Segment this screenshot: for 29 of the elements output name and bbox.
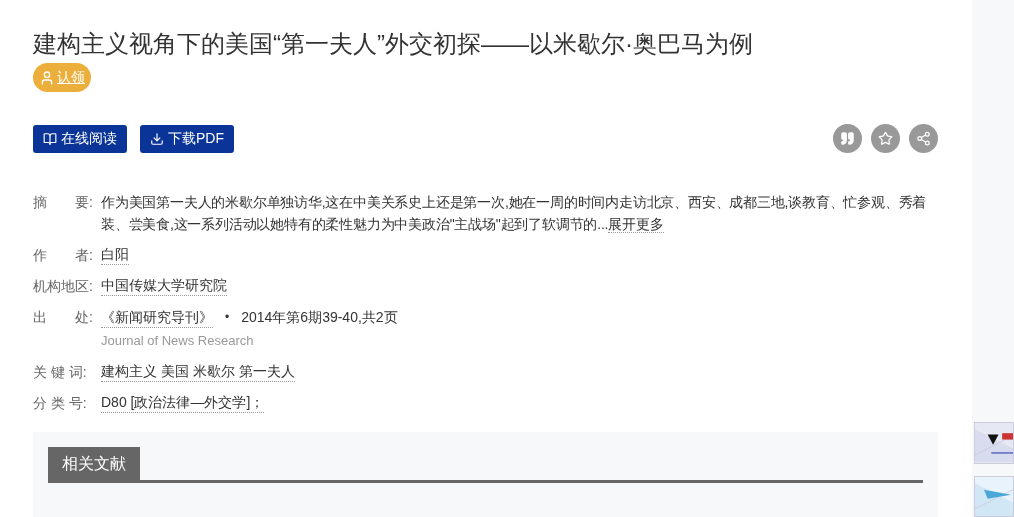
bullet: • <box>225 309 230 325</box>
meta-link[interactable]: D80 [政治法律—外交学]； <box>101 392 265 413</box>
meta-link[interactable]: 中国传媒大学研究院 <box>101 275 227 296</box>
person-icon <box>39 69 55 86</box>
action-button[interactable]: 下载PDF <box>140 124 234 153</box>
field-label: 机构地区: <box>33 277 94 296</box>
star-icon <box>878 131 893 146</box>
issue-text: 2014年第6期39-40,共2页 <box>241 308 398 327</box>
journal-link[interactable]: 《新闻研究导刊》 <box>101 306 213 328</box>
article-title: 建构主义视角下的美国“第一夫人”外交初探——以米歇尔·奥巴马为例 <box>33 29 754 59</box>
quote-icon <box>840 131 855 146</box>
expand-link[interactable]: 展开更多 <box>608 216 664 233</box>
field-label: 出 处: <box>33 308 94 327</box>
share-icon <box>916 131 931 146</box>
share-button[interactable] <box>909 124 938 153</box>
quote-button[interactable] <box>833 124 862 153</box>
meta-link[interactable]: 建构主义 美国 米歇尔 第一夫人 <box>101 361 295 382</box>
field-label: 关 键 词: <box>33 363 88 382</box>
related-tab[interactable]: 相关文献 <box>48 447 140 480</box>
download-icon <box>150 131 164 146</box>
meta-link[interactable]: 白阳 <box>101 244 129 265</box>
journal-english-name: Journal of News Research <box>101 332 255 350</box>
action-button[interactable]: 在线阅读 <box>33 124 127 153</box>
field-label: 分 类 号: <box>33 394 88 413</box>
field-label: 摘 要: <box>33 193 94 212</box>
abstract-text: 作为美国第一夫人的米歇尔单独访华,这在中美关系史上还是第一次,她在一周的时间内走访北京、西安、成都三地,谈教育、忙参观、秀着装、尝美食,这一系列活动以她特有的柔性魅力为中美政治"主战场"起到了软调节的...展开更多 <box>101 193 928 235</box>
book-icon <box>43 131 57 146</box>
field-label: 作 者: <box>33 246 94 265</box>
star-button[interactable] <box>871 124 900 153</box>
